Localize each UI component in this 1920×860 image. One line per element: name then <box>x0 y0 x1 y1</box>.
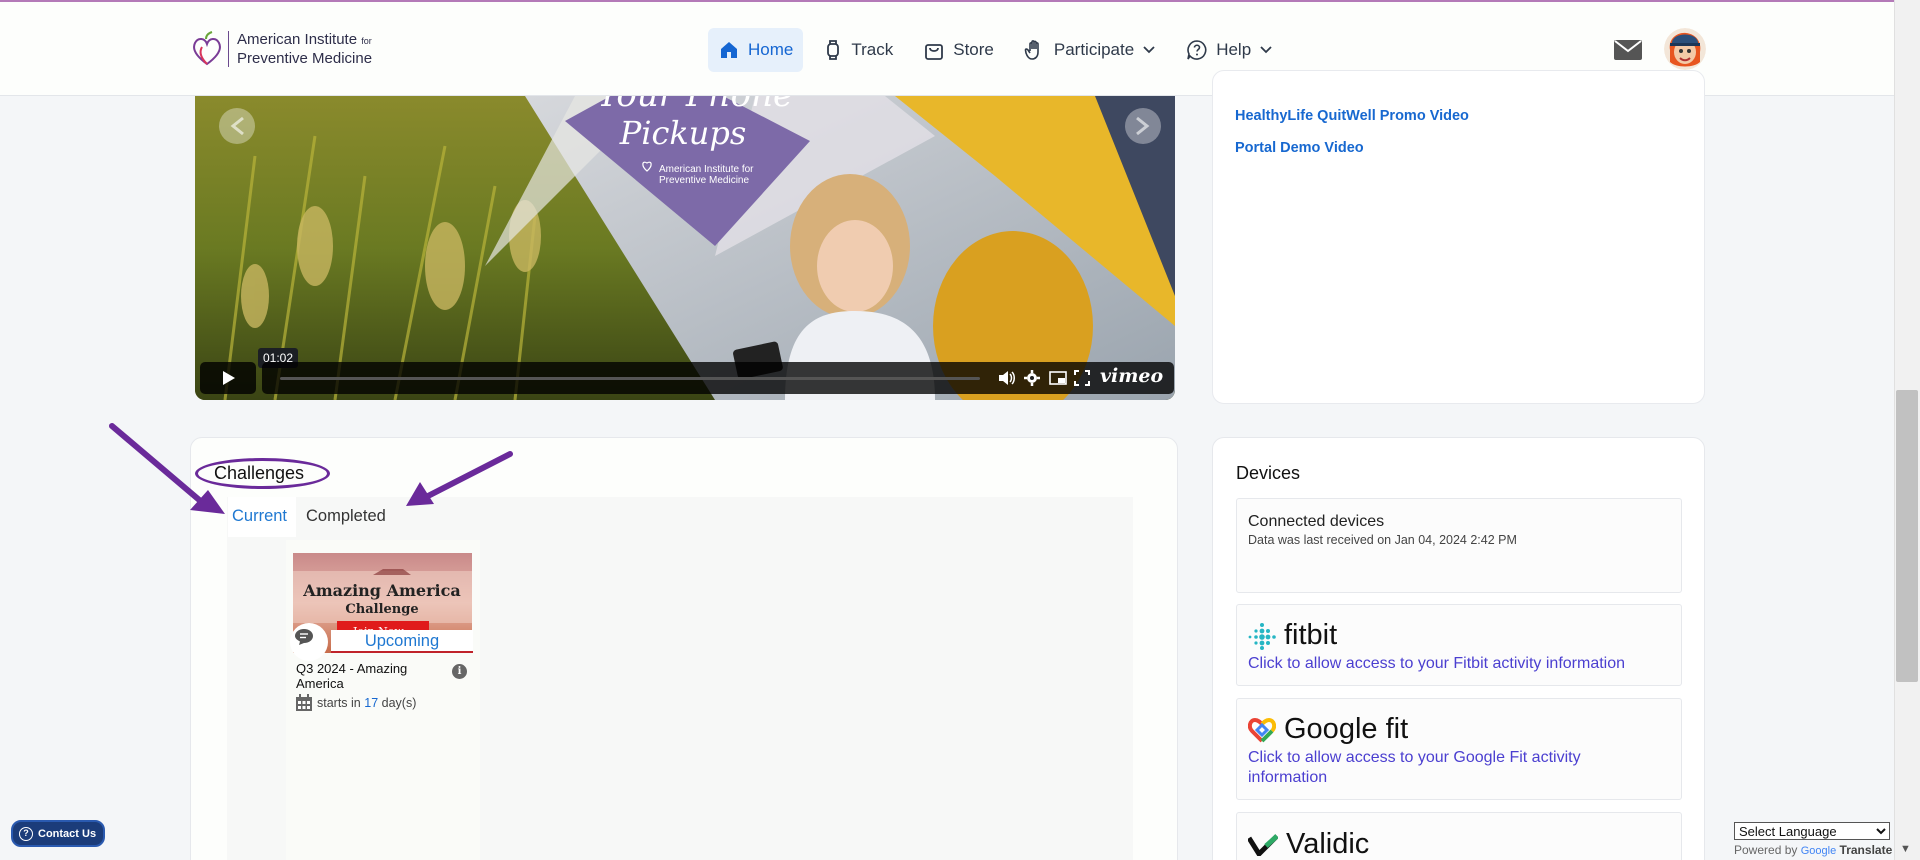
scroll-down-arrow-icon[interactable]: ▼ <box>1900 843 1911 855</box>
help-bubble-icon <box>1187 40 1207 60</box>
progress-bar[interactable]: vimeo <box>262 362 1174 394</box>
video-frame: Your Phone Pickups American Institute fo… <box>195 96 1175 400</box>
user-avatar-icon <box>1664 28 1706 70</box>
banner-subtitle: Challenge <box>345 602 418 617</box>
calendar-icon <box>296 694 312 711</box>
googlefit-link-line2: information <box>1248 769 1328 786</box>
fitbit-brand: fitbit <box>1248 619 1337 652</box>
hand-icon <box>1024 40 1039 60</box>
starts-suffix: day(s) <box>378 696 417 710</box>
validic-brand: Validic <box>1248 828 1369 860</box>
nav-participate[interactable]: Participate <box>1014 28 1166 72</box>
home-icon <box>721 42 737 58</box>
progress-track[interactable] <box>280 377 980 380</box>
starts-prefix: starts in <box>317 696 365 710</box>
avatar[interactable] <box>1664 28 1706 70</box>
nav-help-label: Help <box>1216 40 1252 59</box>
googlefit-connect-link[interactable]: Click to allow access to your Google Fit… <box>1248 748 1581 788</box>
devices-title: Devices <box>1236 463 1301 483</box>
video-overlay-org-line2: Preventive Medicine <box>659 175 749 186</box>
logo-line1: American Institute <box>237 31 358 48</box>
challenge-start-info: starts in 17 day(s) <box>295 694 416 712</box>
translate-label: Translate <box>1839 843 1893 857</box>
logo[interactable]: American Institute for Preventive Medici… <box>192 30 372 68</box>
volume-icon[interactable] <box>998 370 1016 386</box>
mail-icon <box>1614 40 1642 60</box>
starts-days: 17 <box>364 696 379 710</box>
chevron-down-icon <box>1260 46 1272 54</box>
validic-icon <box>1248 833 1278 856</box>
logo-divider <box>228 31 229 67</box>
play-button[interactable] <box>200 362 256 394</box>
status-badge: Upcoming <box>331 630 473 653</box>
video-link-quitwell[interactable]: HealthyLife QuitWell Promo Video <box>1235 108 1469 124</box>
video-overlay-title: Your Phone <box>597 96 793 115</box>
annotation-arrow-current <box>109 423 225 514</box>
nav-track[interactable]: Track <box>813 28 903 72</box>
fitbit-name: fitbit <box>1284 619 1338 651</box>
banner-title: Amazing America <box>302 581 460 600</box>
fitbit-connect-link[interactable]: Click to allow access to your Fitbit act… <box>1248 654 1625 674</box>
annotation-arrow-completed <box>406 451 513 506</box>
nav-home[interactable]: Home <box>708 28 804 72</box>
scrollbar-thumb[interactable] <box>1896 390 1918 682</box>
fullscreen-icon[interactable] <box>1074 370 1090 386</box>
challenge-name[interactable]: Q3 2024 - Amazing America <box>296 661 431 691</box>
settings-gear-icon[interactable] <box>1024 370 1040 386</box>
logo-text: American Institute for Preventive Medici… <box>237 31 372 67</box>
video-player[interactable]: Your Phone Pickups American Institute fo… <box>195 96 1175 400</box>
video-controls: vimeo <box>200 360 1174 394</box>
powered-by-google-translate: Powered by Google Translate <box>1734 843 1892 857</box>
video-link-portal-demo[interactable]: Portal Demo Video <box>1235 140 1364 156</box>
video-prev-arrow <box>219 108 255 144</box>
powered-by-label: Powered by <box>1734 843 1798 857</box>
watch-icon <box>827 40 840 60</box>
picture-in-picture-icon[interactable] <box>1049 371 1067 385</box>
logo-line2: Preventive Medicine <box>237 50 373 67</box>
google-fit-icon <box>1248 717 1276 742</box>
video-next-arrow <box>1125 108 1161 144</box>
contact-us-button[interactable]: ? Contact Us <box>11 820 105 847</box>
main-nav: Home Track Store Participate Help <box>708 28 1293 72</box>
comment-bubble-button[interactable] <box>290 623 328 661</box>
help-circle-icon: ? <box>19 826 33 841</box>
info-icon[interactable]: i <box>452 664 467 679</box>
nav-track-label: Track <box>851 40 894 59</box>
googlefit-link-line1: Click to allow access to your Google Fit… <box>1248 749 1581 766</box>
nav-store-label: Store <box>953 40 994 59</box>
shopping-bag-icon <box>925 44 944 60</box>
connected-devices-title: Connected devices <box>1248 513 1385 530</box>
messages-button[interactable] <box>1614 40 1642 65</box>
connected-devices-subtitle: Data was last received on Jan 04, 2024 2… <box>1248 533 1517 547</box>
googlefit-brand: Google fit <box>1248 713 1408 746</box>
fitbit-icon <box>1248 622 1276 650</box>
video-overlay-org-line1: American Institute for <box>659 164 754 175</box>
language-select[interactable]: Select Language <box>1734 822 1890 840</box>
heart-logo-icon <box>193 31 221 66</box>
play-icon <box>223 371 235 385</box>
logo-for: for <box>361 36 372 46</box>
nav-participate-label: Participate <box>1053 40 1135 59</box>
nav-home-label: Home <box>748 40 794 59</box>
tab-current[interactable]: Current <box>232 507 287 526</box>
nav-help[interactable]: Help <box>1176 28 1283 72</box>
chevron-down-icon <box>1143 46 1155 54</box>
validic-name: Validic <box>1286 828 1370 860</box>
contact-us-label: Contact Us <box>38 827 97 840</box>
google-logo: Google <box>1800 845 1837 857</box>
comment-icon <box>295 629 313 645</box>
vimeo-logo[interactable]: vimeo <box>1100 365 1163 387</box>
tab-completed[interactable]: Completed <box>306 507 386 526</box>
googlefit-name: Google fit <box>1284 713 1409 745</box>
nav-store[interactable]: Store <box>913 28 1004 72</box>
svg-text:Pickups: Pickups <box>619 114 747 152</box>
